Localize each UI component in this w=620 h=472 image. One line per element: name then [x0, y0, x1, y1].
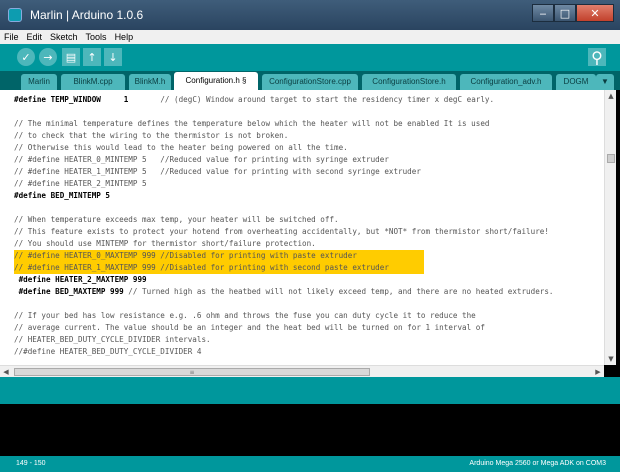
horizontal-scrollbar[interactable]: ◀ ≡ ▶ [0, 365, 604, 377]
code-line: // #define HEATER_1_MAXTEMP 999 //Disabl… [14, 263, 389, 272]
scroll-up-arrow[interactable]: ▲ [605, 90, 617, 102]
tab-list-menu[interactable]: ▼ [596, 74, 614, 90]
scroll-down-arrow[interactable]: ▼ [605, 353, 617, 365]
tab-configurationstore-cpp[interactable]: ConfigurationStore.cpp [262, 74, 358, 90]
toolbar: ✓ → ▤ ↑ ↓ ⚲ [0, 44, 620, 71]
code-line: // average current. The value should be … [14, 323, 485, 332]
code-line: // #define HEATER_0_MAXTEMP 999 //Disabl… [14, 251, 357, 260]
code-line: // You should use MINTEMP for thermistor… [14, 239, 316, 248]
vertical-scrollbar[interactable]: ▲ ▼ [604, 90, 616, 365]
magnifier-icon: ⚲ [591, 47, 603, 67]
code-line: // #define HEATER_0_MINTEMP 5 //Reduced … [14, 155, 389, 164]
save-button[interactable]: ↓ [104, 48, 122, 66]
tab-bar: Marlin BlinkM.cpp BlinkM.h Configuration… [0, 71, 620, 90]
inline-comment: // Turned high as the heatbed will not l… [128, 287, 554, 296]
code-line: // HEATER_BED_DUTY_CYCLE_DIVIDER interva… [14, 335, 211, 344]
serial-monitor-button[interactable]: ⚲ [588, 47, 606, 67]
new-file-icon: ▤ [65, 50, 77, 64]
message-area [0, 377, 620, 404]
code-line: // #define HEATER_1_MINTEMP 5 //Reduced … [14, 167, 421, 176]
code-line: //#define HEATER_BED_DUTY_CYCLE_DIVIDER … [14, 347, 202, 356]
status-footer: 149 - 150 Arduino Mega 2560 or Mega ADK … [0, 456, 620, 472]
code-line: // This feature exists to protect your h… [14, 227, 549, 236]
close-button[interactable]: ✕ [576, 4, 614, 22]
verify-button[interactable]: ✓ [17, 48, 35, 66]
arduino-app-icon [8, 8, 22, 22]
code-line: // The minimal temperature defines the t… [14, 119, 490, 128]
tab-configuration-h[interactable]: Configuration.h § [174, 72, 258, 90]
code-text: #define BED_MAXTEMP 999 [14, 287, 129, 296]
board-port-indicator: Arduino Mega 2560 or Mega ADK on COM3 [469, 460, 606, 467]
arrow-right-icon: → [43, 50, 53, 64]
check-icon: ✓ [21, 50, 31, 64]
code-line: #define TEMP_WINDOW 1 // (degC) Window a… [14, 94, 494, 106]
code-editor[interactable]: #define TEMP_WINDOW 1 // (degC) Window a… [0, 90, 604, 365]
save-icon: ↓ [108, 50, 118, 64]
tab-marlin[interactable]: Marlin [21, 74, 57, 90]
tab-configurationstore-h[interactable]: ConfigurationStore.h [362, 74, 456, 90]
open-icon: ↑ [87, 50, 97, 64]
code-line: // to check that the wiring to the therm… [14, 131, 289, 140]
code-line: #define BED_MAXTEMP 999 // Turned high a… [14, 286, 554, 298]
menu-tools[interactable]: Tools [82, 30, 111, 44]
code-line: // Otherwise this would lead to the heat… [14, 143, 348, 152]
menu-bar: File Edit Sketch Tools Help [0, 30, 620, 44]
horizontal-scroll-thumb[interactable]: ≡ [14, 368, 370, 376]
upload-button[interactable]: → [39, 48, 57, 66]
code-text: #define TEMP_WINDOW 1 [14, 95, 161, 104]
code-line: #define BED_MINTEMP 5 [14, 191, 111, 200]
tab-dogm[interactable]: DOGM [556, 74, 596, 90]
code-line: // #define HEATER_2_MINTEMP 5 [14, 179, 147, 188]
line-number-indicator: 149 - 150 [16, 460, 46, 467]
inline-comment: // (degC) Window around target to start … [160, 95, 495, 104]
title-bar: Marlin | Arduino 1.0.6 ‒ □ ✕ [0, 0, 620, 30]
new-button[interactable]: ▤ [62, 48, 80, 66]
tab-blinkm-cpp[interactable]: BlinkM.cpp [61, 74, 125, 90]
code-line: // If your bed has low resistance e.g. .… [14, 311, 476, 320]
open-button[interactable]: ↑ [83, 48, 101, 66]
menu-sketch[interactable]: Sketch [46, 30, 82, 44]
code-line: // When temperature exceeds max temp, yo… [14, 215, 339, 224]
console-output [0, 404, 620, 456]
vertical-scroll-thumb[interactable] [607, 154, 615, 163]
minimize-button[interactable]: ‒ [532, 4, 554, 22]
menu-file[interactable]: File [0, 30, 23, 44]
window-title: Marlin | Arduino 1.0.6 [30, 8, 144, 22]
code-line: #define HEATER_2_MAXTEMP 999 [14, 275, 147, 284]
maximize-button[interactable]: □ [554, 4, 576, 22]
menu-help[interactable]: Help [111, 30, 138, 44]
menu-edit[interactable]: Edit [23, 30, 47, 44]
tab-blinkm-h[interactable]: BlinkM.h [129, 74, 171, 90]
tab-configuration-adv-h[interactable]: Configuration_adv.h [460, 74, 552, 90]
grip-icon: ≡ [189, 369, 195, 376]
window-controls: ‒ □ ✕ [532, 4, 614, 22]
